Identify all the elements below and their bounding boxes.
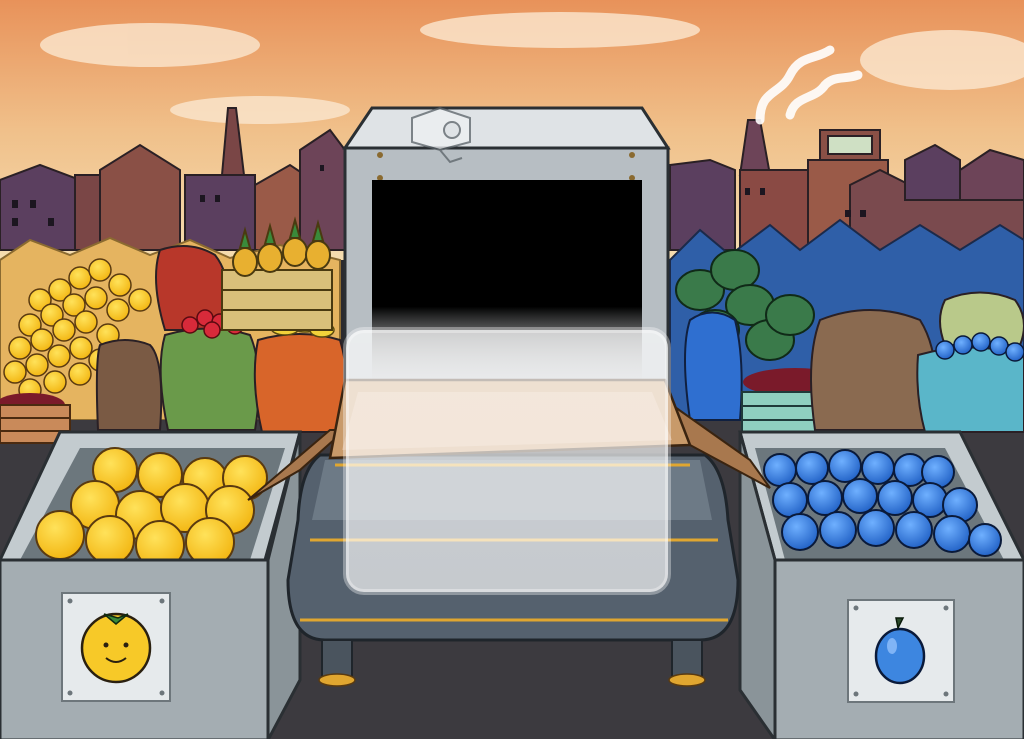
smiling-orange-icon bbox=[80, 612, 152, 684]
blue-sack bbox=[684, 311, 743, 421]
left-bin[interactable] bbox=[0, 430, 302, 739]
right-bin[interactable] bbox=[738, 430, 1024, 739]
game-scene bbox=[0, 0, 1024, 739]
plum-label-plate bbox=[847, 599, 955, 703]
xray-beam bbox=[346, 330, 668, 592]
orange-label-plate bbox=[61, 592, 171, 702]
